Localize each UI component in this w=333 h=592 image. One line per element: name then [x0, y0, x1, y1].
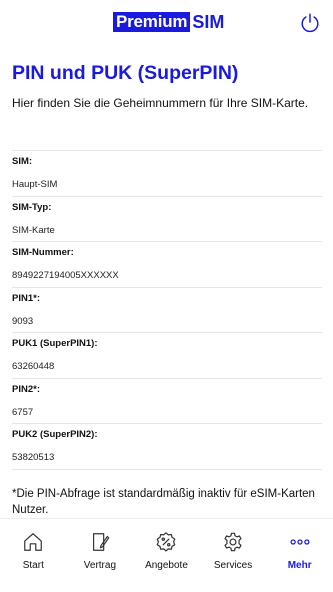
field-row-sim-type: SIM-Typ: SIM-Karte: [12, 195, 322, 242]
field-row-sim: SIM: Haupt-SIM: [12, 150, 322, 196]
field-value: 63260448: [12, 361, 55, 372]
contract-icon: [92, 533, 110, 551]
tab-label: Services: [213, 560, 253, 571]
field-label: SIM:: [12, 156, 33, 167]
field-label: SIM-Typ:: [12, 201, 52, 213]
field-value: 6757: [12, 406, 34, 418]
home-icon: [24, 533, 43, 551]
field-value: SIM-Karte: [12, 224, 55, 236]
divider: [12, 468, 322, 470]
field-value: 8949227194005XXXXXX: [12, 270, 119, 281]
logo-premium: Premium: [113, 12, 191, 32]
tab-label: Vertrag: [83, 560, 117, 571]
field-value: Haupt-SIM: [12, 179, 58, 190]
tab-angebote[interactable]: Angebote: [133, 519, 200, 592]
footnote: *Die PIN-Abfrage ist standardmäßig inakt…: [12, 488, 315, 516]
tab-label: Angebote: [145, 560, 188, 571]
page-description: Hier finden Sie die Geheimnummern für Ih…: [12, 96, 309, 110]
field-row-pin2: PIN2*: 6757: [12, 377, 322, 424]
logo-sim: SIM: [192, 12, 225, 32]
percent-badge-icon: [157, 532, 176, 552]
field-label: PIN2*:: [12, 383, 40, 395]
field-label: PUK1 (SuperPIN1):: [12, 338, 98, 349]
field-row-puk1: PUK1 (SuperPIN1): 63260448: [12, 332, 322, 378]
field-value: 53820513: [12, 452, 55, 463]
page-title: PIN und PUK (SuperPIN): [12, 62, 239, 84]
field-label: PIN1*:: [12, 292, 40, 304]
tab-mehr[interactable]: Mehr: [266, 519, 333, 592]
more-dots-icon: [290, 539, 310, 545]
field-label: PUK2 (SuperPIN2):: [12, 429, 98, 440]
premiumsim-logo: Premium SIM: [113, 12, 224, 32]
tab-label: Start: [22, 560, 44, 571]
app-header: Premium SIM: [0, 0, 333, 46]
tab-services[interactable]: Services: [200, 519, 267, 592]
field-row-pin1: PIN1*: 9093: [12, 286, 322, 333]
field-row-sim-number: SIM-Nummer: 8949227194005XXXXXX: [12, 241, 322, 287]
gear-icon: [224, 532, 242, 552]
logout-button[interactable]: [299, 12, 321, 34]
field-value: 9093: [12, 315, 34, 327]
sim-details-list: SIM: Haupt-SIM SIM-Typ: SIM-Karte SIM-Nu…: [12, 150, 322, 470]
tab-vertrag[interactable]: Vertrag: [67, 519, 134, 592]
field-label: SIM-Nummer:: [12, 247, 74, 258]
tab-label: Mehr: [287, 560, 312, 571]
power-icon: [301, 13, 319, 33]
tab-start[interactable]: Start: [0, 519, 67, 592]
bottom-tab-bar: Start Vertrag Angebote Services Mehr: [0, 518, 333, 592]
field-row-puk2: PUK2 (SuperPIN2): 53820513: [12, 423, 322, 469]
